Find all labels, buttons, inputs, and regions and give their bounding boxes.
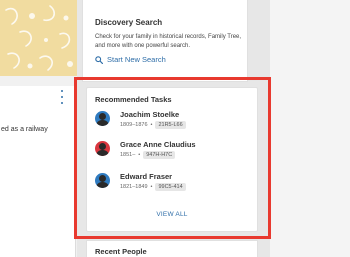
start-new-search-label: Start New Search xyxy=(107,55,166,64)
start-new-search-link[interactable]: Start New Search xyxy=(95,55,166,64)
right-background xyxy=(270,0,350,257)
recent-people-card: Recent People xyxy=(86,240,258,257)
recent-people-title: Recent People xyxy=(95,247,147,256)
search-icon xyxy=(95,55,104,64)
highlight-box xyxy=(74,77,271,239)
more-options-icon[interactable] xyxy=(57,90,67,104)
left-card xyxy=(0,86,76,257)
banner-illustration xyxy=(0,0,77,76)
discovery-title: Discovery Search xyxy=(95,18,163,27)
floral-pattern-icon xyxy=(5,5,73,71)
discovery-search-card: Discovery Search Check for your family i… xyxy=(82,0,248,82)
discovery-description: Check for your family in historical reco… xyxy=(95,34,242,49)
left-card-text: ed as a railway xyxy=(1,126,48,133)
